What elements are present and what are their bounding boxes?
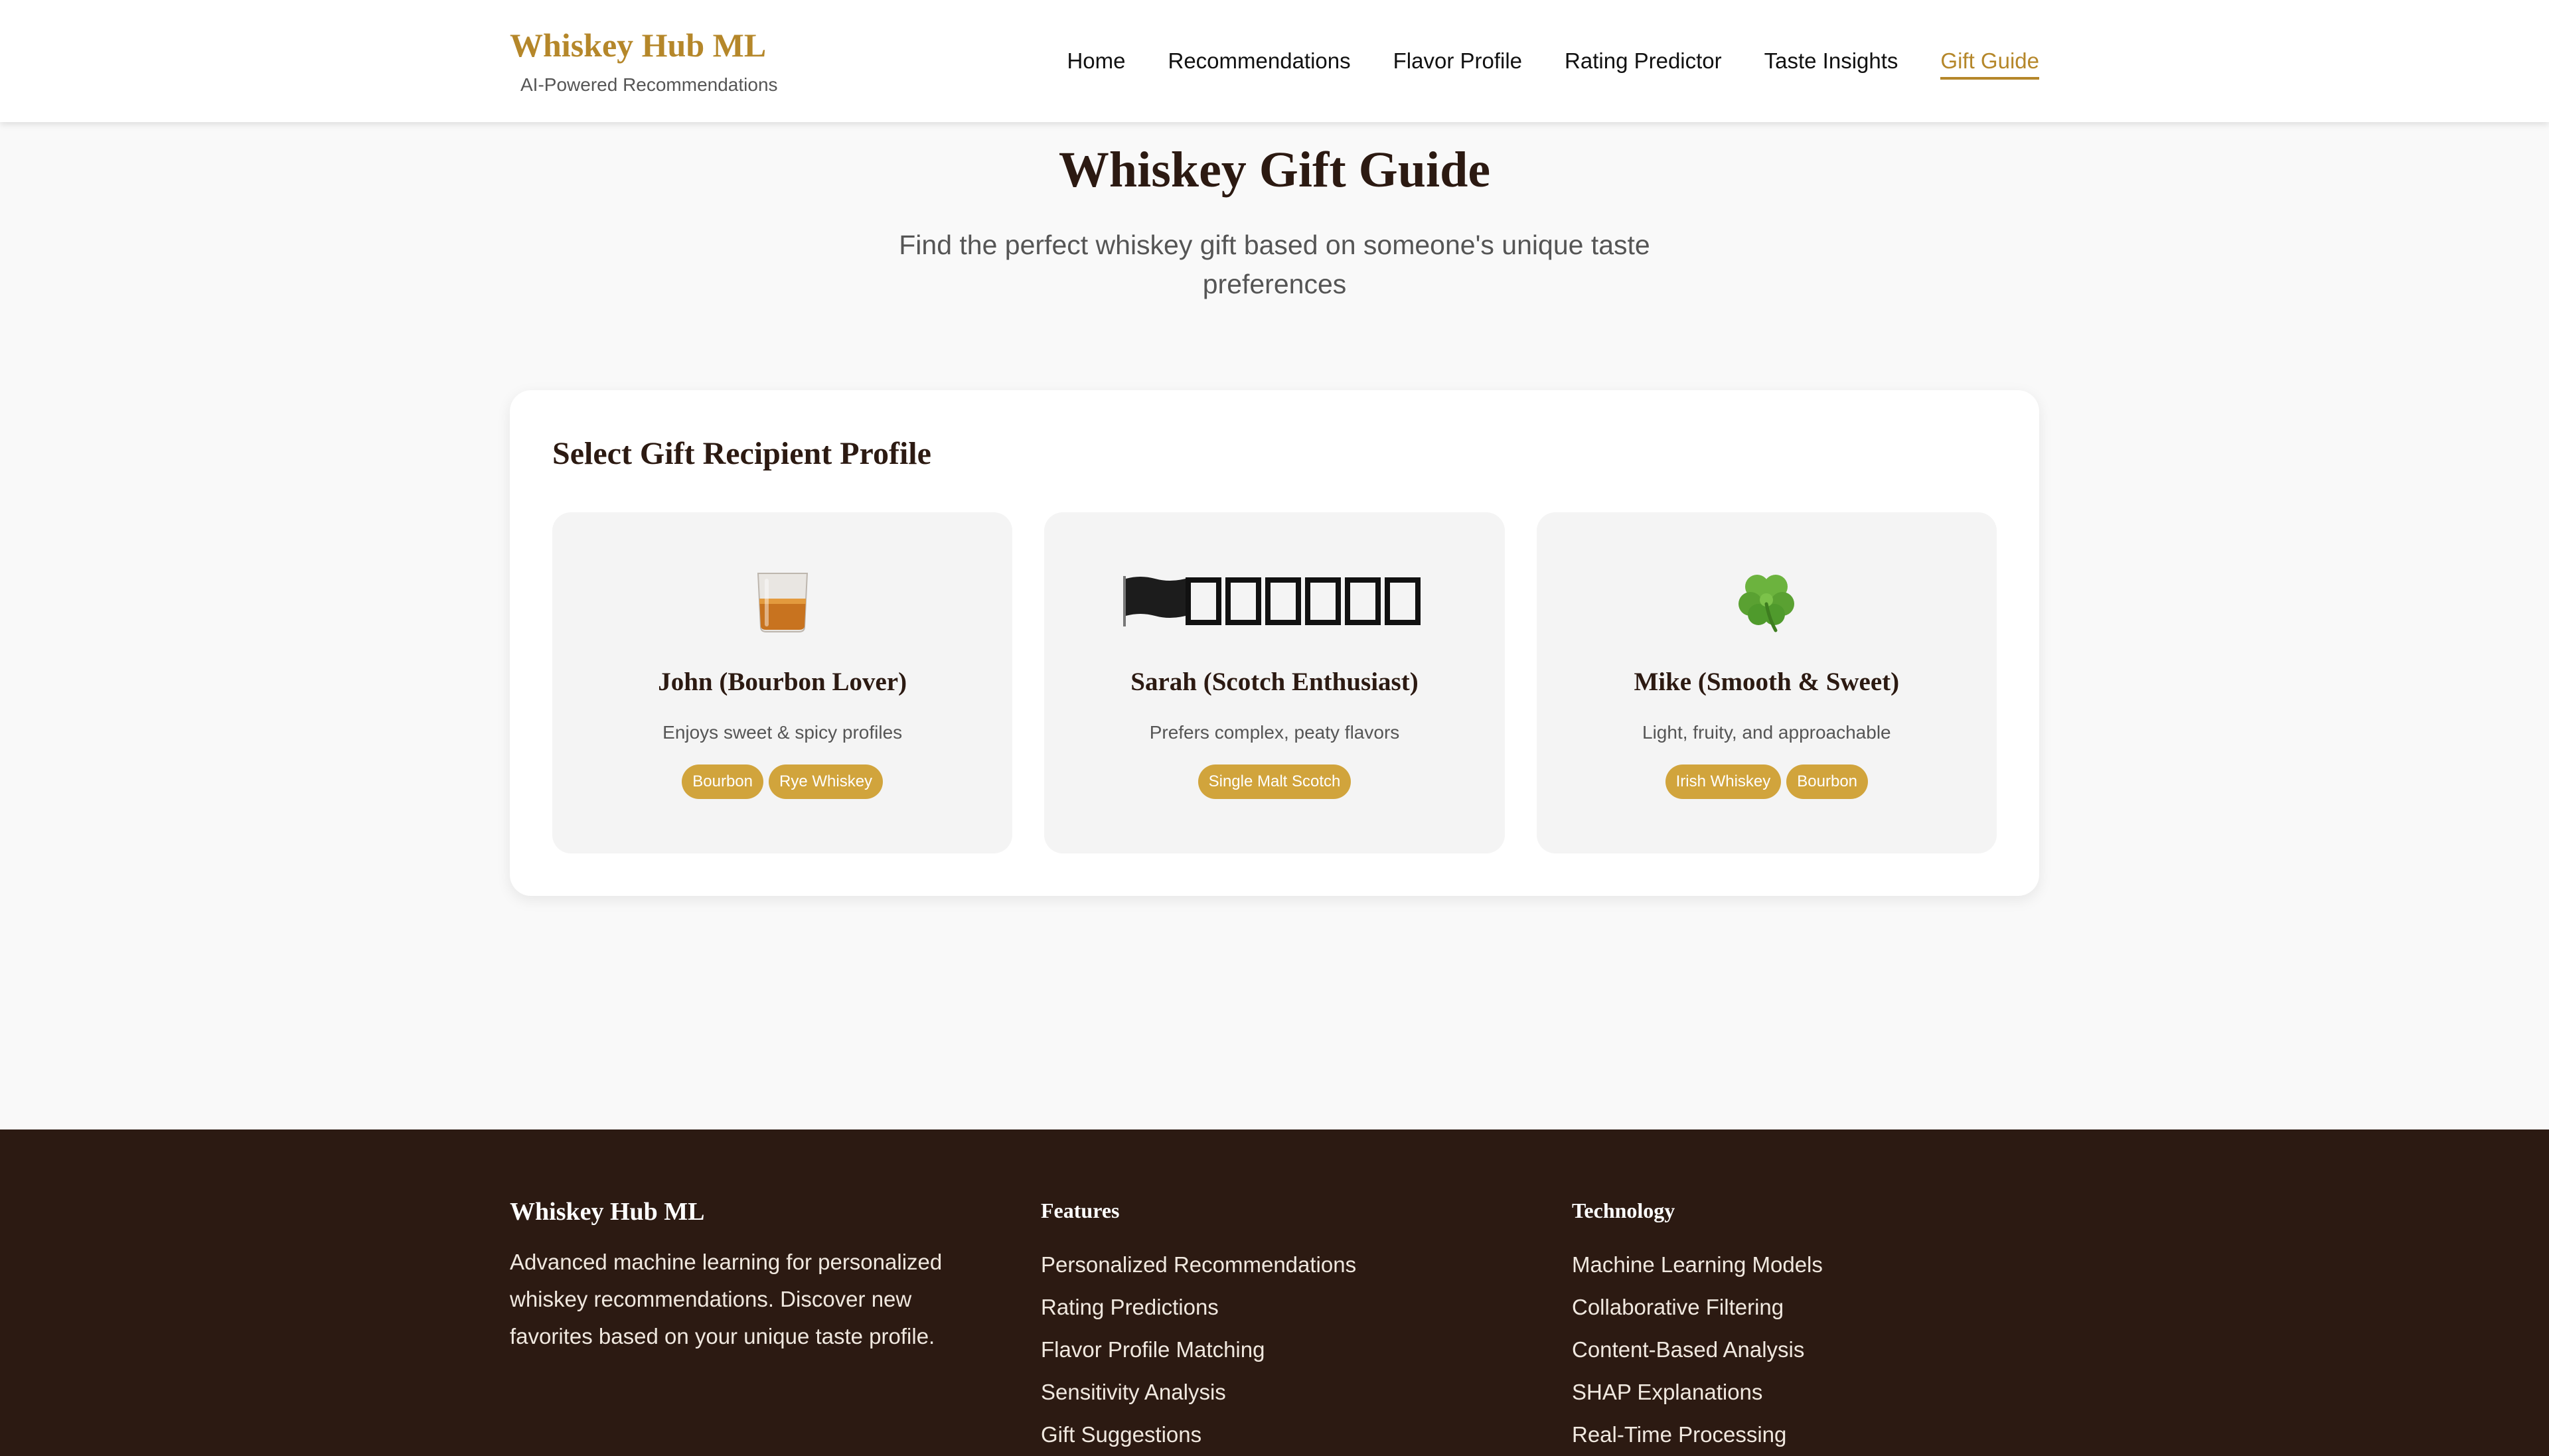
footer-link[interactable]: Collaborative Filtering xyxy=(1572,1286,2037,1329)
profile-description: Enjoys sweet & spicy profiles xyxy=(662,722,903,743)
footer-link[interactable]: Personalized Recommendations xyxy=(1041,1244,1506,1286)
nav-taste-insights[interactable]: Taste Insights xyxy=(1764,45,1898,77)
profile-description: Prefers complex, peaty flavors xyxy=(1149,722,1400,743)
tag-badge: Bourbon xyxy=(1786,764,1869,799)
footer-description: Advanced machine learning for personaliz… xyxy=(510,1250,943,1348)
tag-badge: Rye Whiskey xyxy=(769,764,884,799)
footer-technology-heading: Technology xyxy=(1572,1199,1675,1222)
nav-gift-guide[interactable]: Gift Guide xyxy=(1940,45,2039,80)
footer-features: Features Personalized Recommendations Ra… xyxy=(1041,1193,1506,1456)
footer-link[interactable]: Content-Based Analysis xyxy=(1572,1329,2037,1371)
footer-brand: Whiskey Hub ML xyxy=(510,1198,705,1226)
footer-link[interactable]: Flavor Profile Matching xyxy=(1041,1329,1506,1371)
scotland-flag-icon xyxy=(1044,569,1504,633)
footer-technology-list: Machine Learning Models Collaborative Fi… xyxy=(1572,1244,2037,1456)
nav-rating-predictor[interactable]: Rating Predictor xyxy=(1565,45,1722,77)
footer-technology: Technology Machine Learning Models Colla… xyxy=(1572,1193,2037,1456)
footer-link[interactable]: SHAP Explanations xyxy=(1572,1371,2037,1414)
tag-badge: Single Malt Scotch xyxy=(1197,764,1352,799)
whiskey-glass-icon xyxy=(552,569,1012,633)
profile-description: Light, fruity, and approachable xyxy=(1642,722,1891,743)
recipient-profile-panel: Select Gift Recipient Profile John (Bour… xyxy=(510,390,2039,896)
profile-name: Mike (Smooth & Sweet) xyxy=(1634,668,1900,696)
tag-badge: Irish Whiskey xyxy=(1665,764,1782,799)
nav-flavor-profile[interactable]: Flavor Profile xyxy=(1393,45,1522,77)
nav-home[interactable]: Home xyxy=(1067,45,1125,77)
profile-card-mike[interactable]: Mike (Smooth & Sweet) Light, fruity, and… xyxy=(1536,512,1997,853)
footer-about: Whiskey Hub ML Advanced machine learning… xyxy=(510,1193,974,1355)
site-header: Whiskey Hub ML AI-Powered Recommendation… xyxy=(0,0,2549,122)
profile-card-list: John (Bourbon Lover) Enjoys sweet & spic… xyxy=(552,512,1997,853)
page-title: Whiskey Gift Guide xyxy=(1058,142,1491,198)
shamrock-icon xyxy=(1537,569,1997,633)
footer-link[interactable]: Gift Suggestions xyxy=(1041,1414,1506,1456)
footer-link[interactable]: Real-Time Processing xyxy=(1572,1414,2037,1456)
footer-link[interactable]: Rating Predictions xyxy=(1041,1286,1506,1329)
profile-card-john[interactable]: John (Bourbon Lover) Enjoys sweet & spic… xyxy=(552,512,1013,853)
profile-tags: Irish Whiskey Bourbon xyxy=(1537,764,1997,799)
profile-card-sarah[interactable]: Sarah (Scotch Enthusiast) Prefers comple… xyxy=(1044,512,1505,853)
profile-tags: Bourbon Rye Whiskey xyxy=(552,764,1012,799)
profile-tags: Single Malt Scotch xyxy=(1044,764,1504,799)
profile-name: John (Bourbon Lover) xyxy=(658,668,907,696)
panel-title: Select Gift Recipient Profile xyxy=(552,436,931,471)
profile-name: Sarah (Scotch Enthusiast) xyxy=(1130,668,1419,696)
brand-logo-title[interactable]: Whiskey Hub ML xyxy=(510,23,766,68)
tag-badge: Bourbon xyxy=(682,764,764,799)
brand-tagline: AI-Powered Recommendations xyxy=(520,74,778,95)
main-nav: Home Recommendations Flavor Profile Rati… xyxy=(1067,45,2039,80)
footer-link[interactable]: Sensitivity Analysis xyxy=(1041,1371,1506,1414)
footer-link[interactable]: Machine Learning Models xyxy=(1572,1244,2037,1286)
footer-features-list: Personalized Recommendations Rating Pred… xyxy=(1041,1244,1506,1456)
page-subtitle: Find the perfect whiskey gift based on s… xyxy=(899,230,1650,299)
nav-recommendations[interactable]: Recommendations xyxy=(1168,45,1351,77)
footer-features-heading: Features xyxy=(1041,1199,1120,1222)
site-footer: Whiskey Hub ML Advanced machine learning… xyxy=(0,1129,2549,1456)
